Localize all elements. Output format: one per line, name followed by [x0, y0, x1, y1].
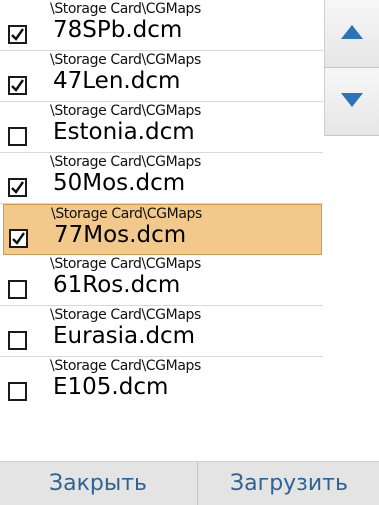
file-name: Estonia.dcm — [53, 119, 195, 145]
file-name: 77Mos.dcm — [54, 222, 187, 248]
checkmark-icon — [11, 28, 24, 41]
scroll-up-button[interactable] — [324, 0, 379, 68]
file-row[interactable]: \Storage Card\CGMaps E105.dcm — [0, 357, 323, 408]
file-row[interactable]: \Storage Card\CGMaps 61Ros.dcm — [0, 255, 323, 306]
checkmark-icon — [12, 232, 25, 245]
file-row-selected[interactable]: \Storage Card\CGMaps 77Mos.dcm — [3, 204, 322, 255]
file-name: E105.dcm — [53, 374, 169, 400]
checkmark-icon — [11, 181, 24, 194]
bottom-toolbar: Закрыть Загрузить — [0, 461, 379, 505]
file-list: \Storage Card\CGMaps 78SPb.dcm \Storage … — [0, 0, 323, 408]
file-row[interactable]: \Storage Card\CGMaps 47Len.dcm — [0, 51, 323, 102]
file-name: 47Len.dcm — [53, 68, 181, 94]
checkbox[interactable] — [8, 280, 27, 299]
checkbox[interactable] — [8, 127, 27, 146]
checkbox[interactable] — [8, 382, 27, 401]
checkbox[interactable] — [8, 331, 27, 350]
checkbox[interactable] — [9, 229, 28, 248]
file-row[interactable]: \Storage Card\CGMaps Eurasia.dcm — [0, 306, 323, 357]
file-row[interactable]: \Storage Card\CGMaps 50Mos.dcm — [0, 153, 323, 204]
triangle-up-icon — [341, 25, 363, 39]
checkbox[interactable] — [8, 76, 27, 95]
file-name: Eurasia.dcm — [53, 323, 196, 349]
scroll-down-button[interactable] — [324, 68, 379, 136]
file-name: 50Mos.dcm — [53, 170, 186, 196]
checkbox[interactable] — [8, 178, 27, 197]
file-row[interactable]: \Storage Card\CGMaps Estonia.dcm — [0, 102, 323, 153]
file-name: 61Ros.dcm — [53, 272, 181, 298]
load-button[interactable]: Загрузить — [197, 462, 379, 505]
triangle-down-icon — [341, 93, 363, 107]
checkmark-icon — [11, 79, 24, 92]
close-button[interactable]: Закрыть — [0, 462, 196, 505]
file-row[interactable]: \Storage Card\CGMaps 78SPb.dcm — [0, 0, 323, 51]
checkbox[interactable] — [8, 25, 27, 44]
file-name: 78SPb.dcm — [53, 17, 183, 43]
